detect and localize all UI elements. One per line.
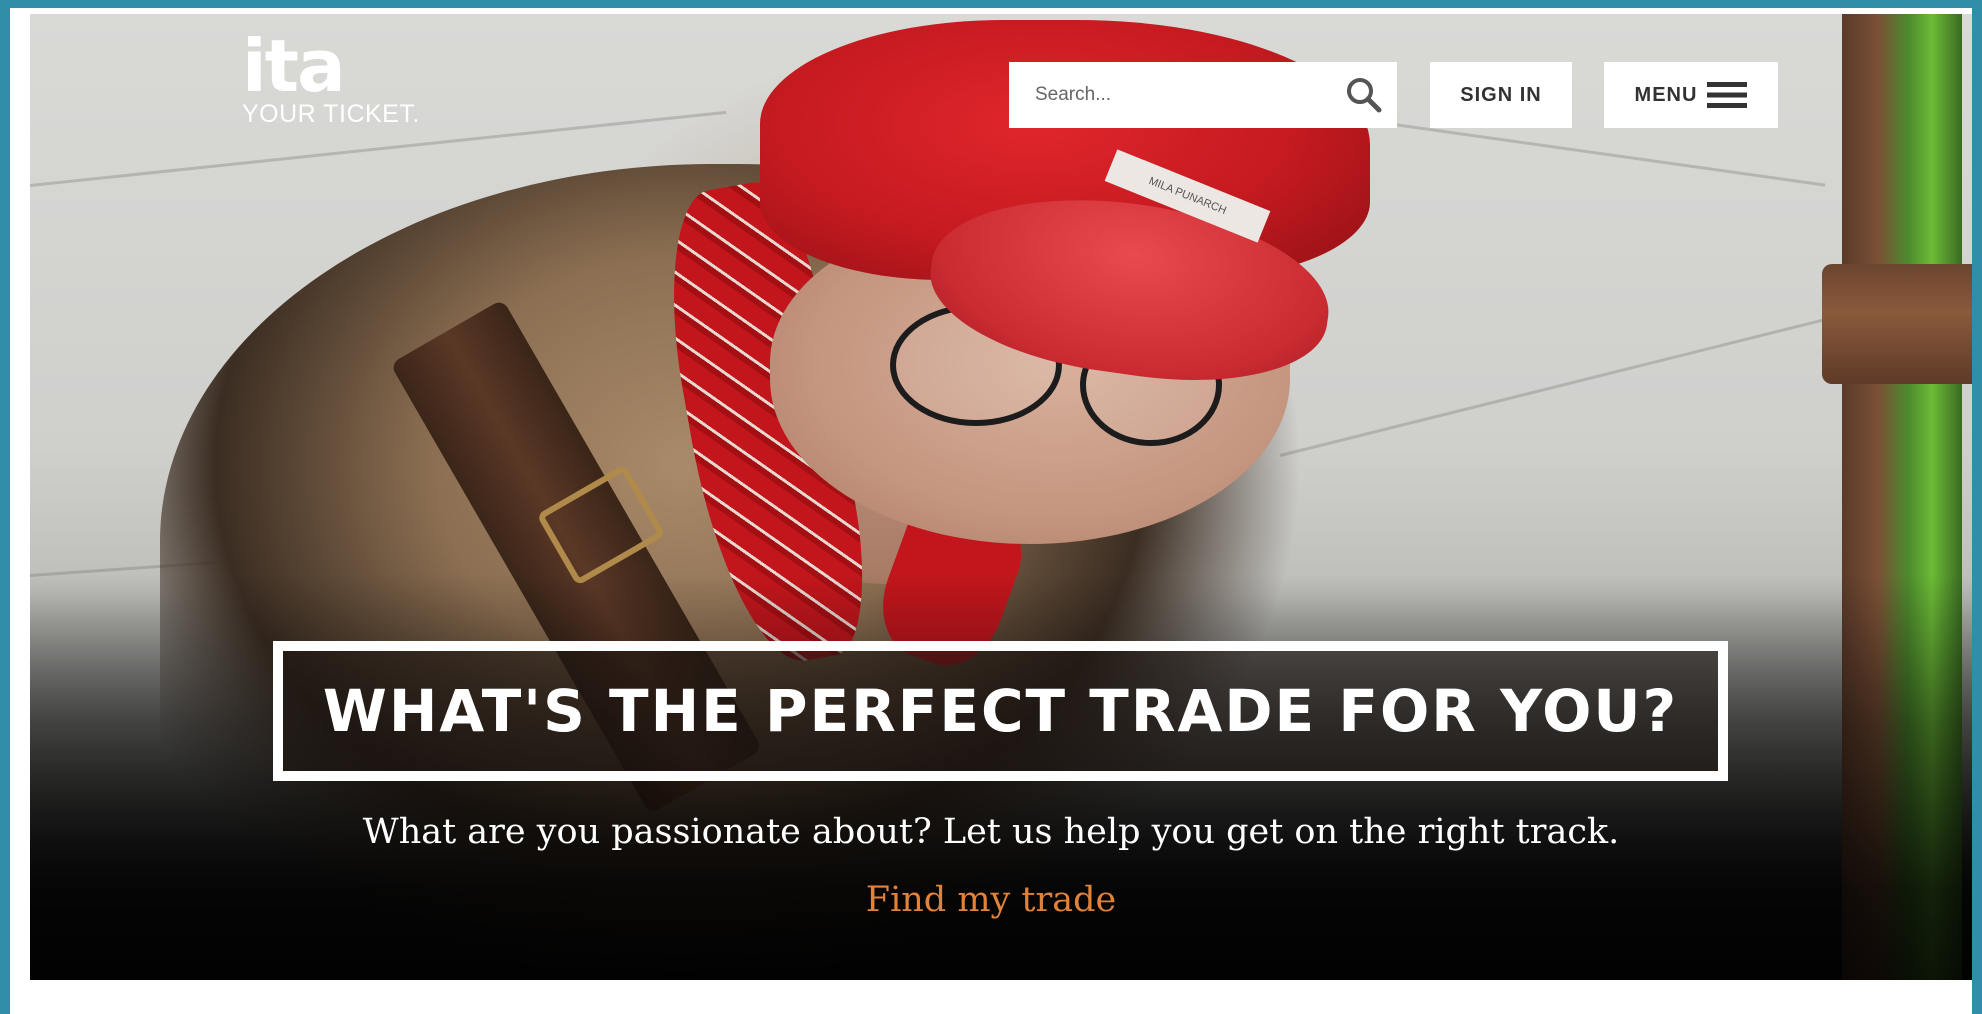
pole-cap: [1822, 264, 1972, 384]
search-box: [1009, 62, 1397, 128]
logo-tagline: YOUR TICKET.: [242, 100, 420, 128]
ita-logo[interactable]: ita YOUR TICKET.: [242, 30, 420, 129]
search-input[interactable]: [1033, 83, 1345, 107]
page-content-strip: [10, 980, 1972, 1014]
hero-headline: WHAT'S THE PERFECT TRADE FOR YOU?: [322, 677, 1679, 745]
hamburger-icon: [1707, 82, 1748, 108]
search-icon[interactable]: [1345, 76, 1383, 114]
sign-in-button[interactable]: SIGN IN: [1430, 62, 1572, 128]
menu-label: MENU: [1634, 83, 1698, 106]
find-my-trade-link[interactable]: Find my trade: [0, 880, 1982, 920]
pavement-line: [1279, 308, 1863, 457]
hero-subheadline: What are you passionate about? Let us he…: [362, 812, 1620, 852]
logo-mark: ita: [242, 24, 346, 108]
browser-viewport: MILA PUNARCH: [10, 8, 1972, 1014]
headline-frame: WHAT'S THE PERFECT TRADE FOR YOU?: [273, 641, 1728, 781]
menu-button[interactable]: MENU: [1604, 62, 1778, 128]
